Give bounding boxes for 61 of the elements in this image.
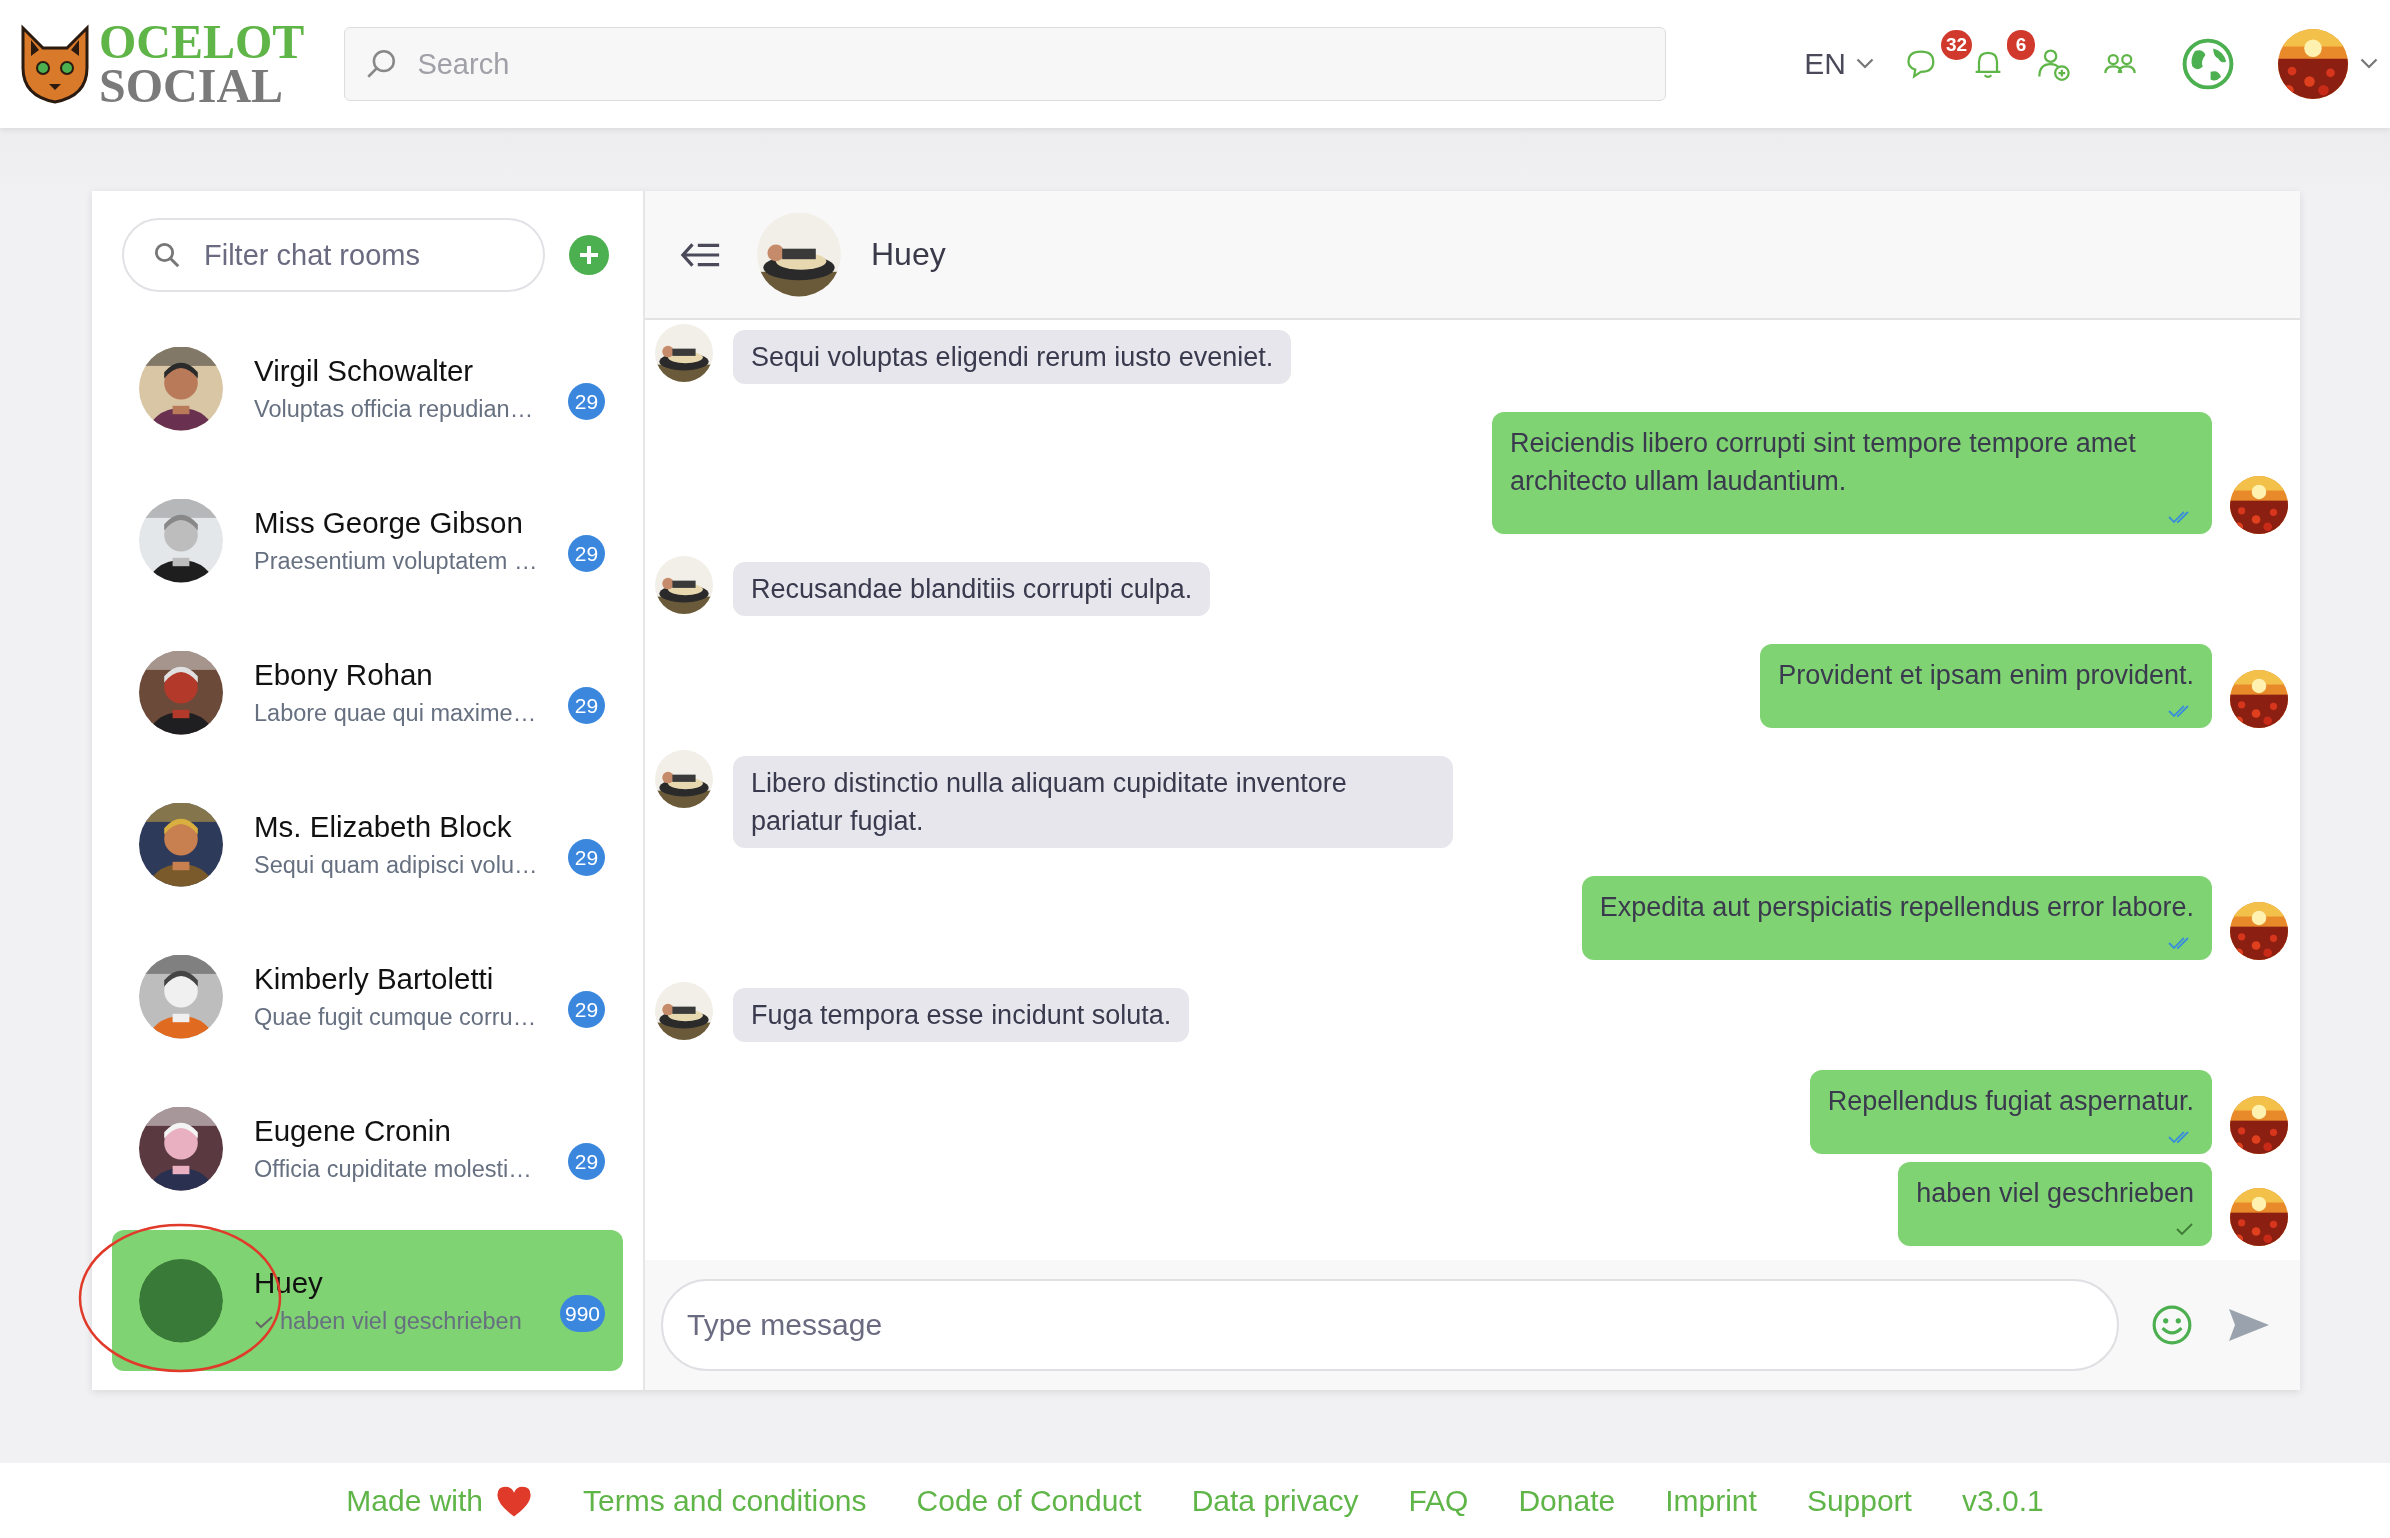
- logo-text[interactable]: OCELOT: [99, 20, 305, 64]
- message-text: Repellendus fugiat aspernatur.: [1827, 1085, 2194, 1118]
- footer-link[interactable]: Donate: [1518, 1483, 1616, 1518]
- caret-icon: [2360, 58, 2378, 70]
- message-bubble: Recusandae blanditiis corrupti culpa.: [733, 562, 1211, 616]
- message-bubble: Sequi voluptas eligendi rerum iusto eveniet.: [733, 330, 1292, 384]
- room-name: Ebony Rohan: [254, 658, 434, 692]
- room-name: Eugene Cronin: [254, 1114, 452, 1148]
- send-icon[interactable]: [2227, 1307, 2271, 1343]
- notification-badge: 32: [1941, 30, 1973, 60]
- room-name: Kimberly Bartoletti: [254, 962, 495, 996]
- add-user-icon[interactable]: [2036, 46, 2072, 82]
- message-preview: haben viel geschrieben: [280, 1308, 522, 1335]
- notification-badge: 6: [2007, 30, 2035, 60]
- message-preview: Sequi quam adipisci volu…: [254, 852, 538, 879]
- footer-link[interactable]: Imprint: [1665, 1483, 1757, 1518]
- footer-link[interactable]: FAQ: [1408, 1483, 1469, 1518]
- message-preview: Officia cupiditate molesti…: [254, 1156, 532, 1183]
- language-button[interactable]: EN: [1804, 47, 1846, 81]
- unread-badge: 29: [568, 1143, 605, 1180]
- message-field[interactable]: Type message: [661, 1279, 2119, 1371]
- message-preview: Labore quae qui maxime…: [254, 700, 537, 727]
- message-text: Expedita aut perspiciatis repellendus error labore.: [1599, 891, 2194, 924]
- message-text: Provident et ipsam enim provident.: [1778, 659, 2194, 692]
- caret-icon: [1856, 58, 1874, 70]
- message-bubble: Libero distinctio nulla aliquam cupiditate inventore pariatur fugiat.: [733, 756, 1453, 848]
- footer-link[interactable]: v3.0.1: [1961, 1483, 2044, 1518]
- chat-room-item[interactable]: Kimberly Bartoletti Quae fugit cumque corru… 29: [112, 926, 623, 1067]
- chat-room-item[interactable]: Eugene Cronin Officia cupiditate molesti… 29: [112, 1078, 623, 1219]
- unread-badge: 29: [568, 991, 605, 1028]
- unread-badge: 29: [568, 839, 605, 876]
- chat-room-item[interactable]: Miss George Gibson Praesentium voluptatem … 29: [112, 470, 623, 611]
- chat-title: Huey: [871, 236, 946, 273]
- unread-badge: 990: [559, 1295, 605, 1332]
- emoji-icon[interactable]: [2151, 1304, 2193, 1346]
- message-text: haben viel geschrieben: [1916, 1177, 2194, 1210]
- footer-link[interactable]: Data privacy: [1191, 1483, 1359, 1518]
- message-preview: Quae fugit cumque corru…: [254, 1004, 537, 1031]
- chat-room-item[interactable]: Ms. Elizabeth Block Sequi quam adipisci volu… 29: [112, 774, 623, 915]
- unread-badge: 29: [568, 535, 605, 572]
- footer-link[interactable]: Terms and conditions: [583, 1483, 867, 1518]
- message-text: Reiciendis libero corrupti sint tempore tempore amet architecto ullam laudantium.: [1510, 427, 2137, 498]
- chat-room-item[interactable]: Ebony Rohan Labore quae qui maxime… 29: [112, 622, 623, 763]
- chat-room-item[interactable]: Virgil Schowalter Voluptas officia repudian… 29: [112, 318, 623, 459]
- room-name: Ms. Elizabeth Block: [254, 810, 513, 844]
- search-field[interactable]: Search: [344, 27, 1667, 101]
- filter-field[interactable]: Filter chat rooms: [122, 218, 545, 292]
- search-icon: [152, 240, 182, 270]
- message-preview: Voluptas officia repudian…: [254, 396, 534, 423]
- logo-text[interactable]: SOCIAL: [99, 64, 305, 108]
- unread-badge: 29: [568, 687, 605, 724]
- footer-link[interactable]: Support: [1806, 1483, 1912, 1518]
- message-bubble: Fuga tempora esse incidunt soluta.: [733, 988, 1190, 1042]
- footer-link[interactable]: Code of Conduct: [916, 1483, 1142, 1518]
- unread-badge: 29: [568, 383, 605, 420]
- room-name: Miss George Gibson: [254, 506, 524, 540]
- add-button[interactable]: [569, 235, 609, 275]
- globe-icon[interactable]: [2182, 38, 2234, 90]
- room-name: Virgil Schowalter: [254, 354, 475, 388]
- message-preview: Praesentium voluptatem …: [254, 548, 538, 575]
- made-with-link[interactable]: Made with: [346, 1483, 484, 1518]
